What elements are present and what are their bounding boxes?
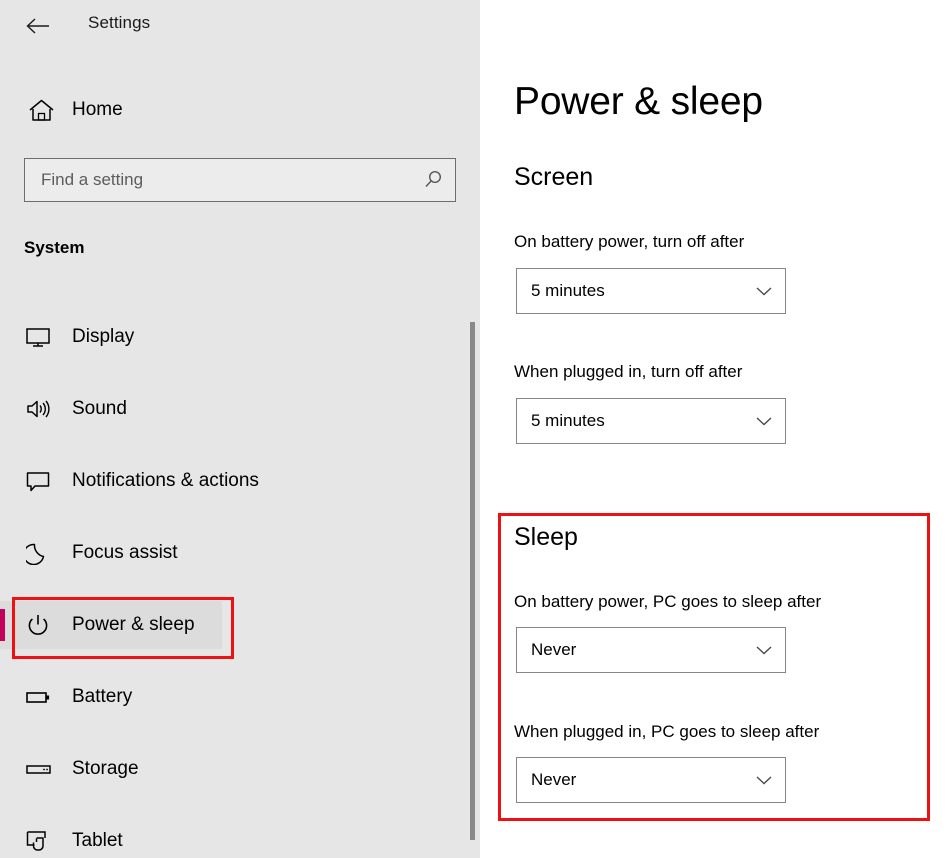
label-screen-on-battery: On battery power, turn off after — [514, 232, 745, 251]
sidebar-item-label-sound: Sound — [72, 398, 127, 419]
dropdown-screen-plugged-in[interactable]: 5 minutes — [516, 398, 786, 444]
sidebar-item-display[interactable]: Display — [0, 313, 470, 361]
sidebar-item-power-and-sleep[interactable]: Power & sleep — [0, 601, 222, 649]
sidebar-item-label-storage: Storage — [72, 758, 139, 779]
dropdown-value-sleep-on-battery: Never — [531, 640, 577, 659]
chevron-down-icon — [743, 415, 785, 427]
sidebar-item-label-display: Display — [72, 326, 135, 347]
sidebar-nav-list: Display Sound Notifications & actions Fo… — [0, 313, 470, 858]
sidebar-item-label-home: Home — [72, 99, 123, 120]
dropdown-sleep-plugged-in[interactable]: Never — [516, 757, 786, 803]
sidebar-item-storage[interactable]: Storage — [0, 745, 470, 793]
sidebar-item-label-battery: Battery — [72, 686, 133, 707]
tablet-hand-icon — [22, 829, 54, 853]
dropdown-screen-on-battery[interactable]: 5 minutes — [516, 268, 786, 314]
sidebar-item-focus-assist[interactable]: Focus assist — [0, 529, 470, 577]
sidebar-item-battery[interactable]: Battery — [0, 673, 470, 721]
sidebar-item-label-power-and-sleep: Power & sleep — [72, 614, 195, 635]
sidebar-item-tablet[interactable]: Tablet — [0, 817, 470, 858]
app-title: Settings — [88, 13, 151, 32]
page-title: Power & sleep — [514, 80, 763, 123]
sidebar-item-label-focus-assist: Focus assist — [72, 542, 178, 563]
moon-icon — [22, 541, 54, 565]
speaker-icon — [22, 398, 54, 420]
section-title-screen: Screen — [514, 163, 594, 191]
sidebar-item-label-notifications: Notifications & actions — [72, 470, 259, 491]
sidebar-scrollbar-thumb[interactable] — [470, 322, 475, 840]
title-bar: Settings — [0, 0, 480, 52]
monitor-icon — [22, 326, 54, 348]
dropdown-sleep-on-battery[interactable]: Never — [516, 627, 786, 673]
home-icon — [22, 98, 60, 123]
battery-icon — [22, 688, 54, 706]
chevron-down-icon — [743, 774, 785, 786]
power-icon — [22, 613, 54, 637]
storage-drive-icon — [22, 761, 54, 777]
back-button[interactable] — [20, 10, 56, 42]
search-icon[interactable] — [411, 169, 455, 191]
settings-sidebar: Settings Home System — [0, 0, 480, 858]
sidebar-item-notifications[interactable]: Notifications & actions — [0, 457, 470, 505]
search-input[interactable] — [41, 170, 411, 190]
sidebar-item-home[interactable]: Home — [0, 88, 440, 132]
notification-bubble-icon — [22, 470, 54, 493]
label-screen-plugged-in: When plugged in, turn off after — [514, 362, 743, 381]
dropdown-value-screen-on-battery: 5 minutes — [531, 281, 605, 300]
label-sleep-plugged-in: When plugged in, PC goes to sleep after — [514, 722, 820, 741]
label-sleep-on-battery: On battery power, PC goes to sleep after — [514, 592, 822, 611]
sidebar-item-sound[interactable]: Sound — [0, 385, 470, 433]
dropdown-value-screen-plugged-in: 5 minutes — [531, 411, 605, 430]
dropdown-value-sleep-plugged-in: Never — [531, 770, 577, 789]
settings-content-panel: Power & sleep Screen On battery power, t… — [480, 0, 948, 858]
chevron-down-icon — [743, 644, 785, 656]
sidebar-group-title: System — [24, 238, 85, 257]
back-arrow-icon — [26, 18, 49, 34]
chevron-down-icon — [743, 285, 785, 297]
search-box[interactable] — [24, 158, 456, 202]
section-title-sleep: Sleep — [514, 523, 578, 551]
sidebar-item-label-tablet: Tablet — [72, 830, 123, 851]
